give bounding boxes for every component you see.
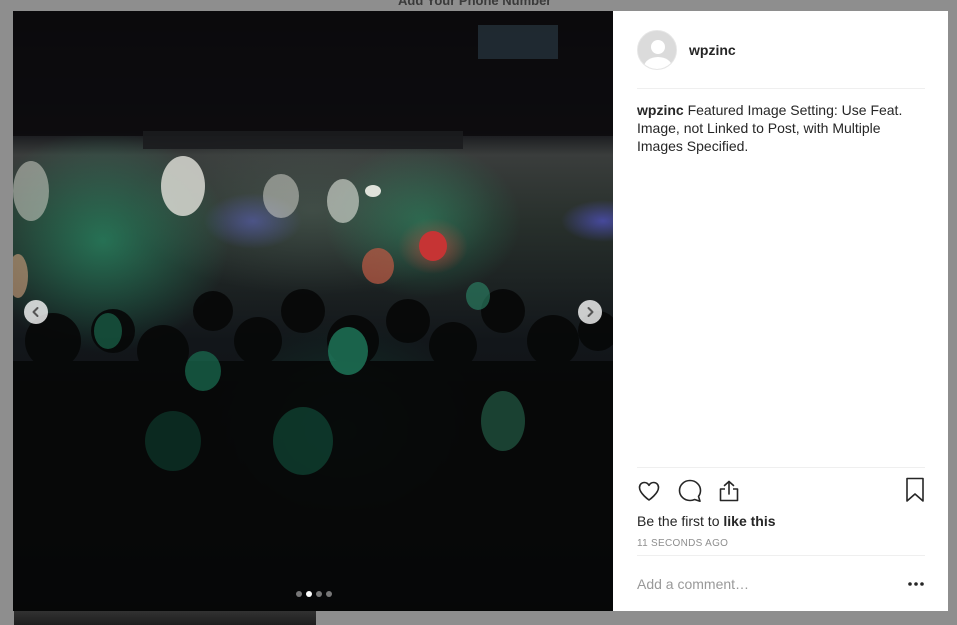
caption-username[interactable]: wpzinc <box>637 102 684 118</box>
carousel-dot-active <box>306 591 312 597</box>
post-username[interactable]: wpzinc <box>689 42 736 58</box>
post-timestamp[interactable]: 11 SECONDS AGO <box>637 538 925 549</box>
post-footer: Be the first to like this 11 SECONDS AGO <box>637 467 925 549</box>
post-modal: wpzinc wpzinc Featured Image Setting: Us… <box>13 11 948 611</box>
chevron-left-icon <box>32 307 39 317</box>
carousel-dot <box>326 591 332 597</box>
post-image-carousel[interactable] <box>13 11 613 611</box>
carousel-next-button[interactable] <box>578 300 602 324</box>
carousel-indicator <box>296 591 332 597</box>
carousel-prev-button[interactable] <box>24 300 48 324</box>
carousel-dot <box>296 591 302 597</box>
comment-bubble-icon <box>678 479 702 502</box>
like-button[interactable] <box>637 477 677 505</box>
share-button[interactable] <box>717 477 757 505</box>
post-details-panel: wpzinc wpzinc Featured Image Setting: Us… <box>613 11 948 611</box>
post-image <box>13 11 613 611</box>
comment-button[interactable] <box>677 477 717 505</box>
bookmark-icon <box>906 477 924 502</box>
more-options-icon <box>908 581 924 586</box>
post-header: wpzinc <box>637 11 925 89</box>
heart-icon <box>638 481 660 501</box>
chevron-right-icon <box>587 307 594 317</box>
default-avatar-icon <box>638 30 676 69</box>
likes-summary: Be the first to like this <box>637 512 925 530</box>
carousel-dot <box>316 591 322 597</box>
background-page-title: Add Your Phone Number <box>398 0 552 8</box>
likes-prefix: Be the first to <box>637 513 724 529</box>
share-icon <box>719 480 739 502</box>
action-bar <box>637 468 925 514</box>
more-options-button[interactable] <box>903 581 925 587</box>
comment-form <box>637 555 925 611</box>
save-button[interactable] <box>905 477 925 508</box>
avatar[interactable] <box>637 29 677 70</box>
comment-input[interactable] <box>637 575 903 592</box>
post-caption: wpzinc Featured Image Setting: Use Feat.… <box>637 101 927 155</box>
like-this-link[interactable]: like this <box>723 513 775 529</box>
